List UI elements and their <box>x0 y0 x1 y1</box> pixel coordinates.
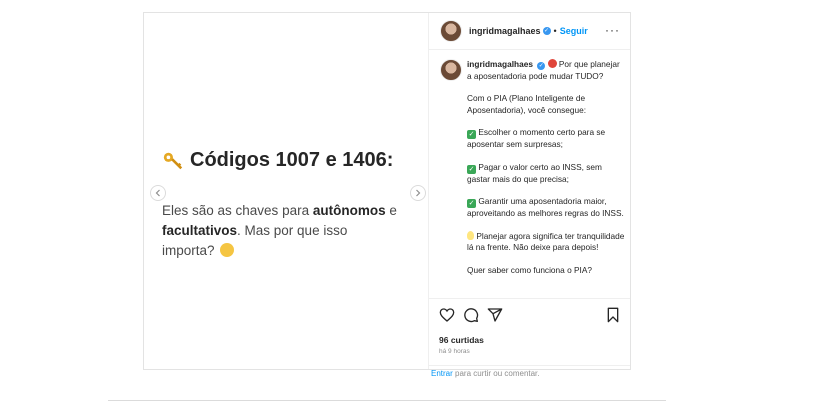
media-headline: Códigos 1007 e 1406: <box>162 149 422 172</box>
caption-paragraph: Pagar o valor certo ao INSS, sem gastar … <box>467 161 602 184</box>
light-bulb-icon <box>467 230 474 240</box>
media-headline-text: Códigos 1007 e 1406: <box>190 149 394 171</box>
verified-badge-icon: ✓ <box>537 62 546 70</box>
body-text-bold: autônomos <box>312 203 386 218</box>
post-actions-bar <box>429 298 630 329</box>
verified-badge-icon: ✓ <box>542 27 551 35</box>
post-caption: ingridmagalhaes ✓ Por que planejar a apo… <box>429 59 630 301</box>
body-text-part: e <box>385 203 397 218</box>
red-circle-icon <box>547 59 557 68</box>
check-mark-icon: ✓ <box>467 199 476 208</box>
caption-username[interactable]: ingridmagalhaes <box>467 59 533 69</box>
header-separator: • <box>553 26 557 36</box>
heart-icon[interactable] <box>439 307 455 323</box>
chevron-left-icon <box>155 189 160 197</box>
caption-avatar[interactable] <box>440 59 462 81</box>
instagram-post: Códigos 1007 e 1406: Eles são as chaves … <box>143 12 631 378</box>
login-link[interactable]: Entrar <box>431 369 453 378</box>
key-icon <box>163 152 183 169</box>
caption-paragraph: Escolher o momento certo para se aposent… <box>467 127 606 149</box>
more-options-icon[interactable]: ··· <box>605 23 620 37</box>
post-header: ingridmagalhaes ✓ • Seguir ··· <box>429 13 630 50</box>
check-mark-icon: ✓ <box>467 164 476 174</box>
post-media[interactable]: Códigos 1007 e 1406: Eles são as chaves … <box>144 13 429 369</box>
caption-paragraph: Com o PIA (Plano Inteligente de Aposenta… <box>467 93 587 115</box>
comment-prompt-text: para curtir ou comentar. <box>452 369 540 378</box>
bookmark-icon[interactable] <box>605 307 621 323</box>
caption-paragraph: Garantir uma aposentadoria maior, aprove… <box>467 196 624 218</box>
header-username[interactable]: ingridmagalhaes <box>469 26 541 36</box>
body-text-bold: facultativos <box>162 223 238 238</box>
avatar[interactable] <box>440 20 462 42</box>
follow-button[interactable]: Seguir <box>560 26 588 36</box>
carousel-prev-button[interactable] <box>150 185 166 201</box>
thinking-face-icon <box>220 243 235 257</box>
check-mark-icon: ✓ <box>467 130 476 139</box>
post-timestamp[interactable]: há 9 horas <box>439 348 470 355</box>
chevron-right-icon <box>416 189 421 197</box>
caption-paragraph: Quer saber como funciona o PIA? <box>467 264 592 275</box>
carousel-next-button[interactable] <box>410 185 426 201</box>
likes-count[interactable]: 96 curtidas <box>439 335 484 345</box>
media-body-text: Eles são as chaves para autônomos e facu… <box>162 201 402 261</box>
share-icon[interactable] <box>487 307 503 323</box>
comment-icon[interactable] <box>463 307 479 323</box>
body-text-part: Eles são as chaves para <box>162 203 313 218</box>
caption-paragraph: Planejar agora significa ter tranquilida… <box>467 230 625 253</box>
post-side-panel: ingridmagalhaes ✓ • Seguir ··· ingridmag… <box>429 13 630 369</box>
page-divider <box>108 400 666 401</box>
comment-bar: Entrar para curtir ou comentar. <box>429 365 630 381</box>
caption-text: ingridmagalhaes ✓ Por que planejar a apo… <box>467 59 625 287</box>
